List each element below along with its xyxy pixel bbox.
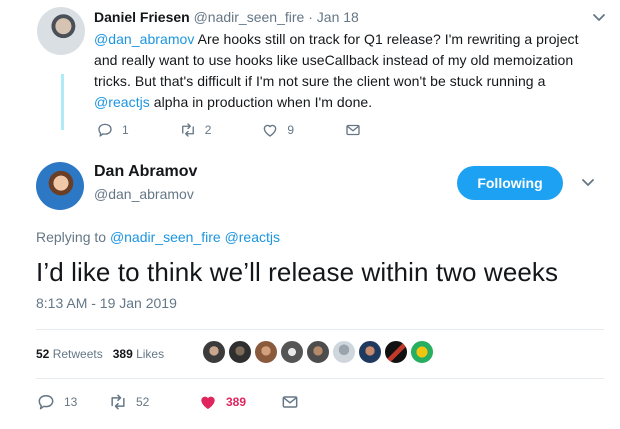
heart-icon (264, 124, 277, 137)
retweets-label: Retweets (49, 347, 103, 361)
divider (36, 329, 604, 330)
likers-avatars (202, 340, 436, 364)
main-author-handle[interactable]: @dan_abramov (94, 186, 194, 202)
parent-date[interactable]: Jan 18 (317, 9, 359, 25)
liker-avatar[interactable] (410, 340, 434, 364)
like-count: 389 (226, 395, 247, 409)
like-count: 9 (287, 123, 295, 137)
main-action-bar: 13 52 389 (36, 391, 308, 413)
reply-icon (38, 395, 54, 410)
reply-button[interactable]: 13 (36, 392, 108, 412)
likes-count: 389 (112, 347, 133, 361)
liker-avatar[interactable] (306, 340, 330, 364)
parent-action-bar: 1 2 9 (96, 120, 420, 140)
direct-message-button[interactable] (280, 392, 308, 412)
parent-header: Daniel Friesen @nadir_seen_fire · Jan 18 (94, 8, 604, 26)
replying-to-link-2[interactable]: @reactjs (225, 229, 280, 245)
divider (36, 378, 604, 379)
tweet-stats: 52 Retweets 389 Likes (36, 340, 174, 368)
retweets-count: 52 (36, 347, 50, 361)
replying-to: Replying to @nadir_seen_fire @reactjs (36, 229, 280, 245)
like-button[interactable]: 389 (198, 392, 280, 412)
parent-text-part2: alpha in production when I'm done. (149, 94, 373, 110)
liker-avatar[interactable] (358, 340, 382, 364)
main-author-name[interactable]: Dan Abramov (94, 163, 197, 181)
liker-avatar[interactable] (332, 340, 356, 364)
chevron-down-icon[interactable] (591, 9, 607, 25)
parent-separator: · (308, 9, 313, 25)
main-avatar[interactable] (36, 162, 84, 210)
retweet-button[interactable]: 2 (179, 121, 212, 139)
likes-stat[interactable]: 389 Likes (113, 347, 164, 361)
reply-icon (98, 123, 112, 137)
liker-avatar[interactable] (280, 340, 304, 364)
liker-avatar[interactable] (254, 340, 278, 364)
parent-author-handle[interactable]: @nadir_seen_fire (194, 9, 305, 25)
likes-label: Likes (132, 347, 165, 361)
retweet-count: 52 (136, 395, 150, 409)
thread-connector (61, 74, 64, 130)
reply-button[interactable]: 1 (96, 121, 129, 139)
mail-icon (282, 396, 298, 408)
like-button[interactable]: 9 (261, 121, 294, 139)
liker-avatar[interactable] (228, 340, 252, 364)
parent-author-name[interactable]: Daniel Friesen (94, 9, 190, 25)
retweet-button[interactable]: 52 (108, 392, 198, 412)
heart-filled-icon (201, 396, 215, 410)
liker-avatar[interactable] (202, 340, 226, 364)
parent-tweet[interactable]: Daniel Friesen @nadir_seen_fire · Jan 18… (94, 8, 604, 113)
mention-link-reactjs[interactable]: @reactjs (94, 94, 150, 110)
reply-count: 1 (122, 123, 129, 137)
retweet-icon (181, 123, 194, 137)
retweet-count: 2 (204, 123, 212, 137)
retweet-icon (111, 394, 125, 410)
mention-link[interactable]: @dan_abramov (94, 31, 194, 47)
replying-prefix: Replying to (36, 229, 110, 245)
direct-message-button[interactable] (344, 121, 370, 139)
mail-icon (346, 124, 360, 136)
liker-avatar[interactable] (384, 340, 408, 364)
parent-avatar[interactable] (37, 7, 85, 55)
retweets-stat[interactable]: 52 Retweets (36, 347, 103, 361)
following-button[interactable]: Following (457, 166, 563, 200)
replying-to-link-1[interactable]: @nadir_seen_fire (110, 229, 221, 245)
chevron-down-icon[interactable] (580, 174, 596, 190)
main-tweet-text: I’d like to think we’ll release within t… (36, 257, 559, 287)
tweet-timestamp[interactable]: 8:13 AM - 19 Jan 2019 (36, 295, 177, 311)
reply-count: 13 (64, 395, 78, 409)
parent-tweet-text: @dan_abramov Are hooks still on track fo… (94, 29, 604, 113)
